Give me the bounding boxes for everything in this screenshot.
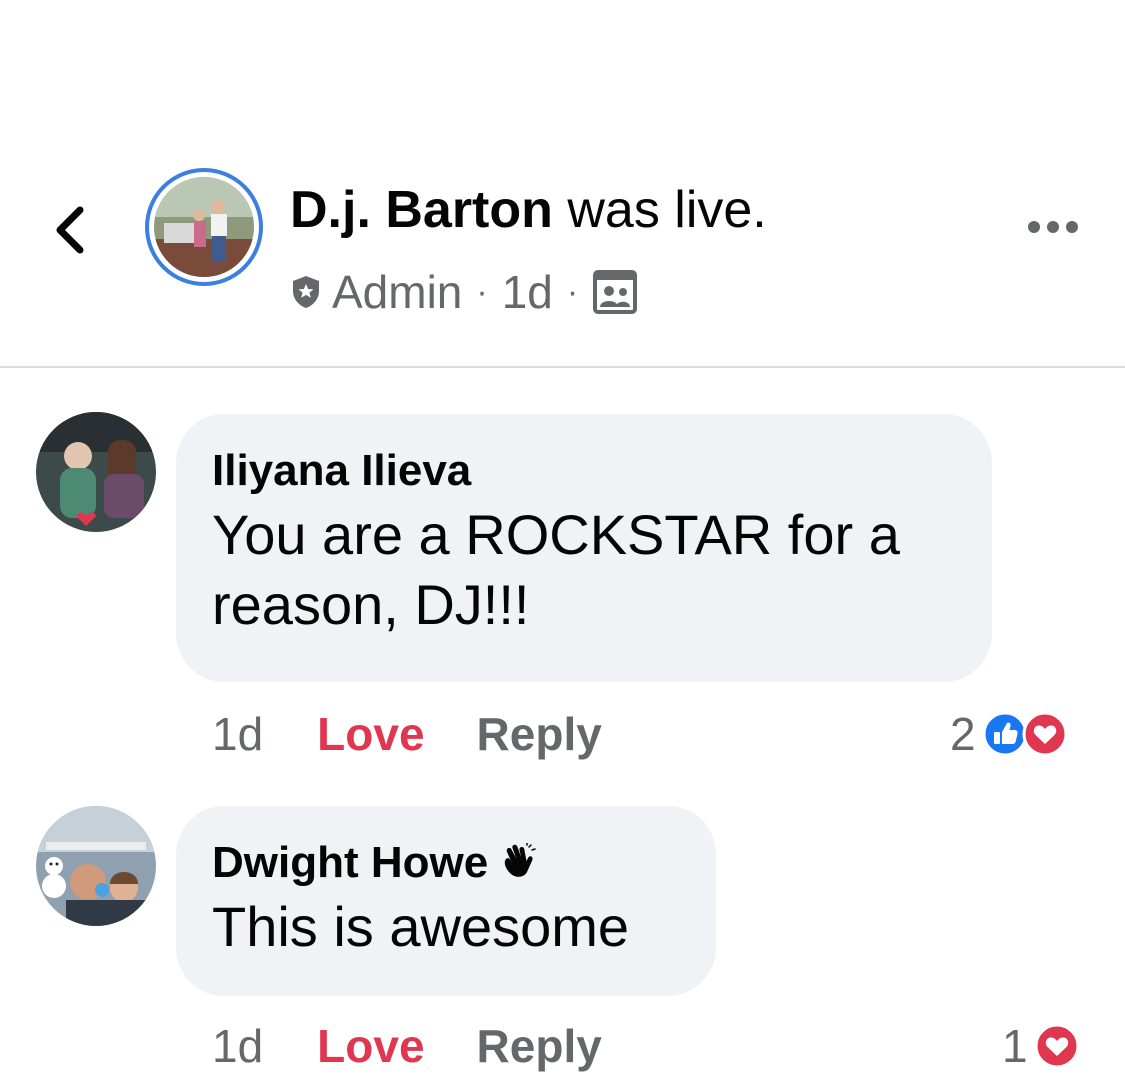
comment-bubble[interactable]: Iliyana Ilieva You are a ROCKSTAR for a … xyxy=(176,414,992,682)
reaction-count: 2 xyxy=(950,708,976,760)
back-button[interactable] xyxy=(48,200,92,260)
chevron-left-icon xyxy=(56,206,84,254)
comments-page: D.j. Barton was live. Admin · 1d · Iliya… xyxy=(0,0,1125,1078)
love-reaction-icon xyxy=(1022,711,1068,757)
meta-separator: · xyxy=(476,272,488,311)
post-header: D.j. Barton was live. Admin · 1d · xyxy=(0,0,1125,368)
more-options-button[interactable] xyxy=(1025,213,1081,241)
reply-button[interactable]: Reply xyxy=(477,1019,602,1073)
post-author-avatar[interactable] xyxy=(145,168,263,286)
comment-text-line: You are a ROCKSTAR for a xyxy=(212,503,900,566)
love-button[interactable]: Love xyxy=(317,707,424,761)
comment-author-name[interactable]: Iliyana Ilieva xyxy=(212,444,471,498)
post-time[interactable]: 1d xyxy=(502,265,553,319)
comment-text: You are a ROCKSTAR for a reason, DJ!!! xyxy=(212,500,956,640)
meta-separator: · xyxy=(566,272,579,311)
more-dots-icon xyxy=(1028,221,1078,233)
comment-author: Iliyana Ilieva xyxy=(212,444,956,498)
shield-icon xyxy=(293,276,319,308)
post-action: was live. xyxy=(567,181,767,239)
comment-text-line: This is awesome xyxy=(212,895,630,958)
comment-text: This is awesome xyxy=(212,892,680,962)
comment-reactions[interactable]: 2 xyxy=(950,704,1068,764)
reply-button[interactable]: Reply xyxy=(477,707,602,761)
group-audience-icon xyxy=(593,270,638,314)
header-divider xyxy=(0,366,1125,368)
admin-label: Admin xyxy=(332,266,463,318)
comment-actions: 1d Love Reply xyxy=(212,704,602,764)
post-title: D.j. Barton was live. xyxy=(290,180,767,240)
comment-time[interactable]: 1d xyxy=(212,707,263,761)
love-button[interactable]: Love xyxy=(317,1019,424,1073)
comment-reactions[interactable]: 1 xyxy=(1002,1016,1080,1076)
love-reaction-icon xyxy=(1034,1023,1080,1069)
reaction-count: 1 xyxy=(1002,1020,1028,1072)
comment-text-line: reason, DJ!!! xyxy=(212,573,530,636)
commenter-avatar[interactable] xyxy=(36,412,156,532)
post-author-name[interactable]: D.j. Barton xyxy=(290,181,553,239)
comment-actions: 1d Love Reply xyxy=(212,1016,602,1076)
comment-bubble[interactable]: Dwight Howe This is awesome xyxy=(176,806,716,996)
comment-author: Dwight Howe xyxy=(212,836,680,890)
post-meta: Admin · 1d · xyxy=(290,262,638,322)
comment-time[interactable]: 1d xyxy=(212,1019,263,1073)
comment-author-name[interactable]: Dwight Howe xyxy=(212,836,488,890)
wave-hand-icon xyxy=(505,843,536,877)
commenter-avatar[interactable] xyxy=(36,806,156,926)
